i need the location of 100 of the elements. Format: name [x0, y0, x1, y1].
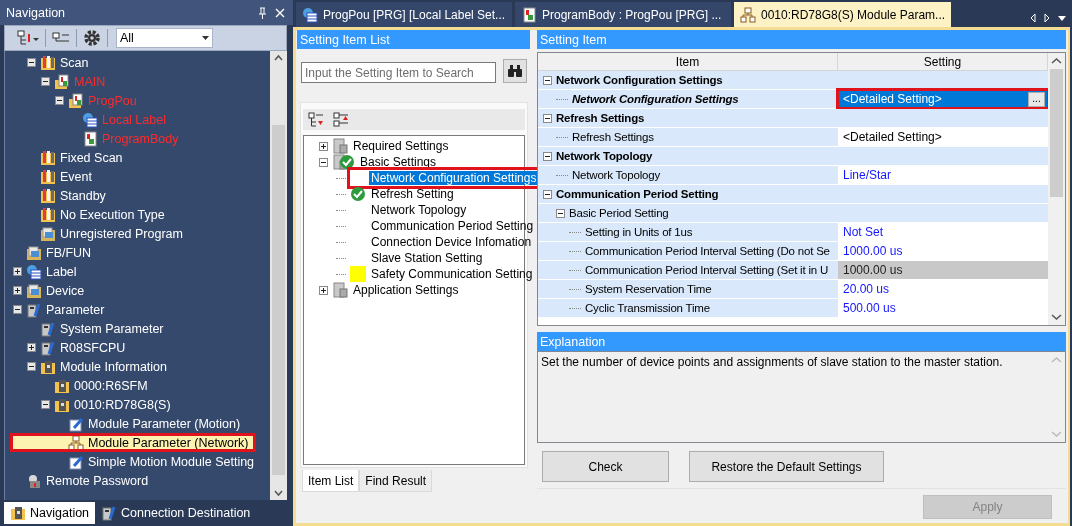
document-tab[interactable]: ProgramBody : ProgPou [PRG] ...	[515, 2, 731, 27]
tree-item[interactable]: FB/FUN	[5, 243, 270, 262]
tree-item[interactable]: Remote Password	[5, 471, 270, 490]
expand-toggle[interactable]	[13, 267, 22, 276]
pane-title: Setting Item	[537, 30, 1066, 49]
collapse-all-icon[interactable]	[333, 111, 349, 128]
wrench-icon	[40, 339, 56, 356]
collapse-toggle[interactable]	[13, 305, 22, 314]
panel-tab[interactable]: Navigation	[4, 502, 96, 524]
filter-dropdown[interactable]: All	[116, 28, 213, 48]
collapse-toggle[interactable]	[543, 189, 552, 199]
collapse-toggle[interactable]	[556, 208, 565, 218]
item-label: Cyclic Transmission Time	[585, 302, 710, 314]
collapse-toggle[interactable]	[55, 96, 64, 105]
action-button[interactable]: Check	[542, 451, 669, 482]
tree-item[interactable]: Network Topology	[350, 202, 469, 218]
column-header[interactable]: Item	[538, 53, 838, 70]
collapse-toggle[interactable]	[543, 113, 552, 123]
tree-item[interactable]: Simple Motion Module Setting	[5, 452, 270, 471]
scrollbar[interactable]	[270, 51, 287, 500]
expand-toggle[interactable]	[13, 286, 22, 295]
group-row[interactable]: Network Configuration Settings	[538, 71, 1048, 90]
module-icon	[54, 396, 70, 413]
binder-icon	[40, 54, 56, 71]
tree-item[interactable]: Event	[5, 167, 270, 186]
collapse-toggle[interactable]	[27, 58, 36, 67]
program-icon	[68, 92, 84, 109]
scrollbar[interactable]	[1048, 53, 1065, 325]
panel-title: Navigation	[6, 5, 67, 20]
tree-item[interactable]: Module Information	[5, 357, 270, 376]
document-tab[interactable]: ProgPou [PRG] [Local Label Set...	[296, 2, 512, 27]
collapse-toggle[interactable]	[319, 157, 328, 167]
group-label: Network Topology	[556, 150, 653, 162]
tree-item[interactable]: Communication Period Setting	[350, 218, 536, 234]
binoculars-icon	[507, 64, 523, 78]
browse-button[interactable]: ...	[1028, 91, 1045, 107]
settings-icon[interactable]	[83, 29, 101, 47]
tree-item[interactable]: Basic Settings	[332, 154, 439, 170]
tree-item[interactable]: Refresh Setting	[350, 186, 456, 202]
tree-item[interactable]: Slave Station Setting	[350, 250, 485, 266]
scroll-right-icon[interactable]	[1044, 13, 1050, 23]
server-icon	[332, 138, 348, 154]
tree-view-icon[interactable]	[17, 30, 39, 46]
tree-item[interactable]: 0000:R6SFM	[5, 376, 270, 395]
folder-icon	[26, 244, 42, 261]
server-icon	[332, 282, 348, 298]
group-row[interactable]: Refresh Settings	[538, 109, 1048, 128]
item-label: Setting in Units of 1us	[585, 226, 693, 238]
pane-tab[interactable]: Item List	[302, 470, 360, 492]
binder-icon	[40, 187, 56, 204]
pane-tab[interactable]: Find Result	[359, 470, 433, 492]
tree-item[interactable]: Module Parameter (Motion)	[5, 414, 270, 433]
collapse-toggle[interactable]	[543, 75, 552, 85]
tree-item[interactable]: Connection Device Infomation	[350, 234, 534, 250]
action-button[interactable]: Restore the Default Settings	[689, 451, 884, 482]
collapse-icon[interactable]	[52, 32, 70, 44]
document-icon	[82, 130, 98, 147]
scroll-left-icon[interactable]	[1030, 13, 1036, 23]
search-field[interactable]: Input the Setting Item to Search	[301, 62, 496, 83]
tree-item[interactable]: Device	[5, 281, 270, 300]
panel-tab[interactable]: Connection Destination	[95, 502, 257, 524]
expand-all-icon[interactable]	[308, 111, 324, 128]
tree-item[interactable]: Application Settings	[332, 282, 461, 298]
expand-toggle[interactable]	[319, 141, 328, 151]
pin-icon[interactable]	[258, 6, 267, 19]
tree-item[interactable]: Module Parameter (Network)	[10, 433, 256, 452]
module-icon	[10, 505, 26, 521]
tree-item[interactable]: System Parameter	[5, 319, 270, 338]
group-row[interactable]: Basic Period Setting	[538, 204, 1048, 223]
tree-item[interactable]: Scan	[5, 53, 270, 72]
tree-item[interactable]: Required Settings	[332, 138, 451, 154]
collapse-toggle[interactable]	[41, 77, 50, 86]
search-button[interactable]	[503, 59, 527, 83]
explanation-text: Set the number of device points and assignments of slave station to the master station.	[540, 354, 1004, 371]
tree-item[interactable]: Safety Communication Setting	[350, 266, 535, 282]
group-row[interactable]: Network Topology	[538, 147, 1048, 166]
scroll-down-icon	[1051, 430, 1062, 438]
collapse-toggle[interactable]	[543, 151, 552, 161]
group-row[interactable]: Communication Period Setting	[538, 185, 1048, 204]
tree-item[interactable]: Fixed Scan	[5, 148, 270, 167]
item-label: Network Configuration Settings	[572, 93, 739, 105]
pencil-icon	[68, 453, 84, 470]
expand-toggle[interactable]	[27, 343, 36, 352]
setting-value[interactable]: <Detailed Setting> ...	[838, 90, 1048, 108]
collapse-toggle[interactable]	[27, 362, 36, 371]
expand-toggle[interactable]	[319, 285, 328, 295]
document-tab[interactable]: 0010:RD78G8(S) Module Param...	[734, 2, 951, 27]
tree-item[interactable]: 0010:RD78G8(S)	[5, 395, 270, 414]
close-icon[interactable]	[275, 7, 285, 18]
wrench-icon	[26, 301, 42, 318]
table-icon	[302, 6, 318, 23]
collapse-toggle[interactable]	[41, 400, 50, 409]
tree-item[interactable]: Parameter	[5, 300, 270, 319]
tree-item[interactable]: Label	[5, 262, 270, 281]
tree-item[interactable]: Standby	[5, 186, 270, 205]
binder-icon	[40, 149, 56, 166]
tree-item[interactable]: Unregistered Program	[5, 224, 270, 243]
tree-item[interactable]: R08SFCPU	[5, 338, 270, 357]
dropdown-icon[interactable]	[1058, 15, 1066, 21]
tree-item[interactable]: No Execution Type	[5, 205, 270, 224]
